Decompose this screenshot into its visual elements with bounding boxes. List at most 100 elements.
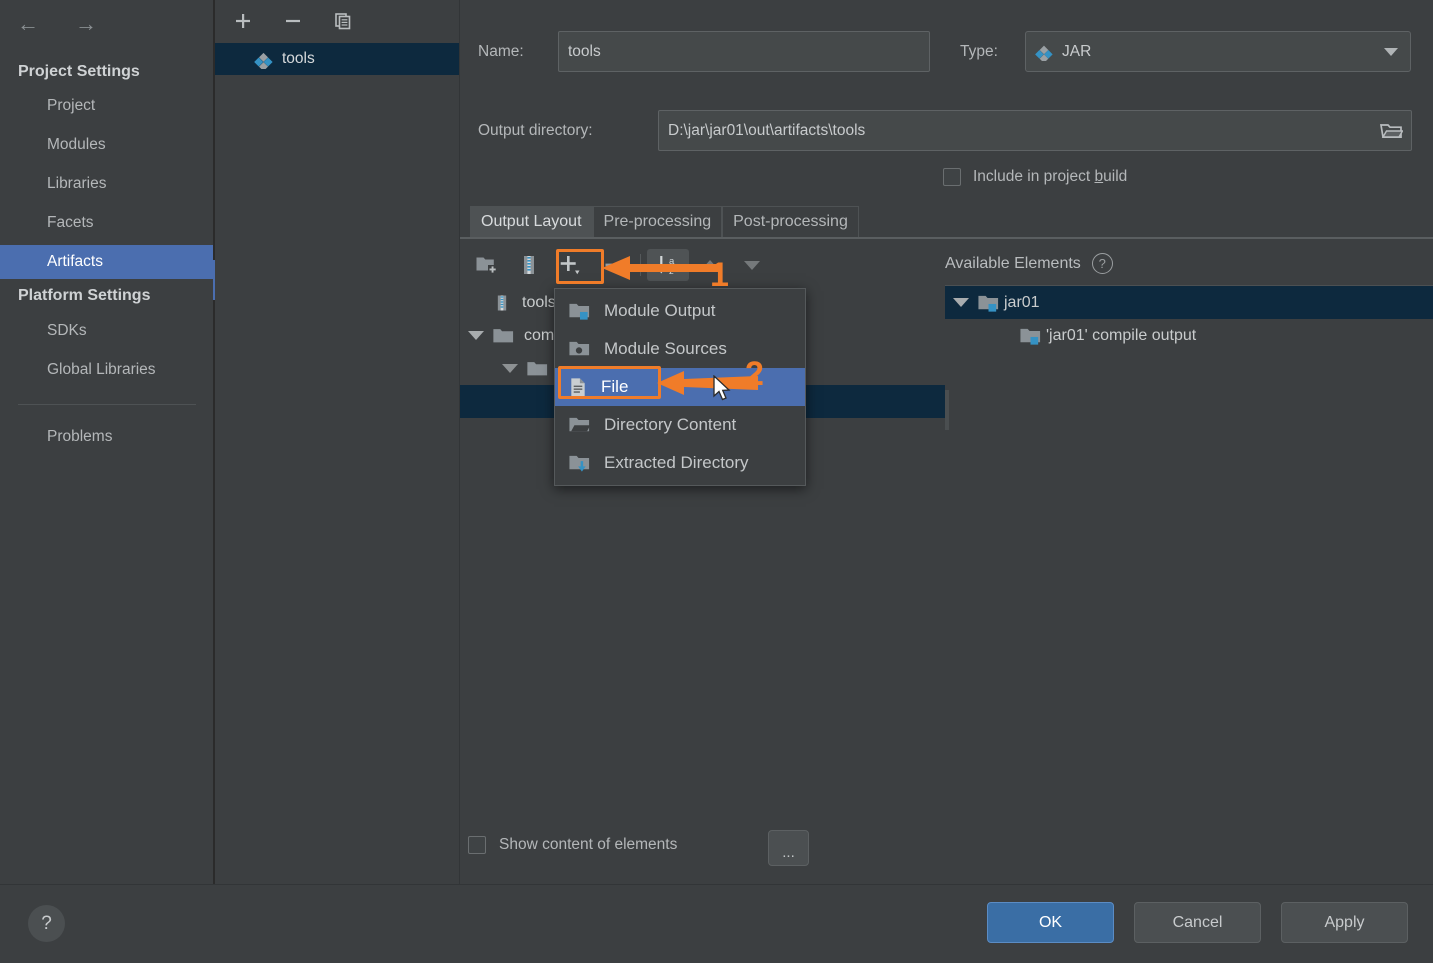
sidebar-group-platform-settings: Platform Settings (18, 287, 151, 304)
sidebar-item-libraries[interactable]: Libraries (0, 167, 213, 201)
type-combobox-value: JAR (1062, 42, 1092, 60)
module-folder-icon (1019, 326, 1042, 346)
browse-folder-icon[interactable] (1379, 120, 1404, 142)
sidebar-divider (18, 404, 196, 405)
available-elements-tree: jar01 'jar01' compile output (945, 286, 1433, 826)
type-label: Type: (960, 43, 998, 60)
output-directory-input[interactable]: D:\jar\jar01\out\artifacts\tools (658, 110, 1412, 151)
sidebar-item-modules[interactable]: Modules (0, 128, 213, 162)
archive-icon (492, 293, 512, 313)
tree-node-label: 'jar01' compile output (1046, 326, 1197, 344)
sidebar-item-facets[interactable]: Facets (0, 206, 213, 240)
folder-icon (526, 359, 548, 378)
copy-icon (335, 13, 351, 30)
sidebar-item-problems[interactable]: Problems (0, 420, 213, 454)
create-archive-button[interactable] (508, 249, 550, 281)
add-copy-of-button[interactable] (550, 249, 592, 281)
artifact-list-item-label: tools (282, 50, 315, 67)
twisty-open-icon[interactable] (502, 364, 518, 373)
include-in-project-build-label: Include in project build (973, 168, 1128, 185)
add-element-dropdown-menu: Module Output Module Sources File Direct… (554, 288, 806, 486)
cancel-button[interactable]: Cancel (1134, 902, 1261, 943)
menu-item-directory-content[interactable]: Directory Content (555, 406, 805, 444)
artifacts-list-panel: tools (215, 0, 459, 884)
artifact-list-item-tools[interactable]: tools (215, 43, 459, 75)
twisty-open-icon[interactable] (953, 298, 969, 307)
move-down-button[interactable] (731, 249, 773, 281)
tab-pre-processing[interactable]: Pre-processing (592, 206, 723, 237)
move-down-icon (744, 261, 760, 270)
menu-item-label: Module Sources (604, 339, 727, 358)
twisty-open-icon[interactable] (468, 331, 484, 340)
more-options-button[interactable]: ... (768, 830, 809, 866)
plus-dropdown-icon (560, 256, 580, 275)
tabs-separator (460, 237, 1433, 239)
file-icon (568, 377, 588, 398)
project-structure-dialog: ← → Project Settings Project Modules Lib… (0, 0, 1433, 963)
create-directory-icon (476, 257, 497, 274)
show-content-label: Show content of elements (499, 836, 678, 853)
menu-item-module-sources[interactable]: Module Sources (555, 330, 805, 368)
toolbar-separator (640, 254, 641, 276)
checkbox-box (943, 168, 961, 186)
sidebar-item-artifacts[interactable]: Artifacts (0, 245, 213, 279)
menu-item-module-output[interactable]: Module Output (555, 292, 805, 330)
menu-item-label: Module Output (604, 301, 716, 320)
tab-output-layout[interactable]: Output Layout (470, 206, 593, 237)
add-artifact-button[interactable] (229, 7, 257, 35)
menu-item-extracted-directory[interactable]: Extracted Directory (555, 444, 805, 482)
sidebar-item-global-libraries[interactable]: Global Libraries (0, 353, 213, 387)
copy-artifact-button[interactable] (329, 7, 357, 35)
editor-tabs: Output Layout Pre-processing Post-proces… (470, 206, 859, 237)
annotation-number-1: 1 (710, 256, 729, 294)
create-directory-button[interactable] (466, 249, 508, 281)
remove-artifact-button[interactable] (279, 7, 307, 35)
create-archive-icon (524, 256, 534, 274)
menu-item-label: Extracted Directory (604, 453, 749, 472)
annotation-number-2: 2 (745, 355, 764, 393)
directory-content-icon (568, 415, 591, 435)
output-directory-label: Output directory: (478, 122, 593, 139)
artifacts-toolbar (215, 0, 459, 42)
apply-button[interactable]: Apply (1281, 902, 1408, 943)
plus-icon (236, 14, 250, 28)
tab-post-processing[interactable]: Post-processing (722, 206, 859, 237)
sort-alphabetically-icon: a z (657, 256, 675, 277)
sidebar-nav-arrows: ← → (14, 10, 100, 38)
available-elements-label: Available Elements (945, 254, 1081, 272)
tree-node-label: jar01 (1004, 293, 1040, 311)
svg-text:z: z (669, 266, 674, 277)
sidebar-item-sdks[interactable]: SDKs (0, 314, 213, 348)
menu-item-label: File (601, 377, 629, 396)
name-input[interactable]: tools (558, 31, 930, 72)
type-combobox[interactable]: JAR (1025, 31, 1411, 72)
forward-arrow-icon[interactable]: → (72, 10, 100, 38)
menu-item-file[interactable]: File (555, 368, 805, 406)
include-in-project-build-checkbox[interactable]: Include in project build (943, 168, 1127, 186)
module-output-icon (568, 301, 591, 321)
chevron-down-icon (1384, 47, 1398, 56)
module-sources-icon (568, 339, 591, 359)
back-arrow-icon[interactable]: ← (14, 10, 42, 38)
sort-alphabetically-button[interactable]: a z (647, 249, 689, 281)
show-content-of-elements-checkbox[interactable]: Show content of elements (468, 836, 677, 854)
ok-button[interactable]: OK (987, 902, 1114, 943)
tree-node-label: com (524, 326, 555, 344)
extracted-directory-icon (568, 453, 591, 474)
folder-icon (492, 326, 514, 345)
tree-node-jar01[interactable]: jar01 (945, 286, 1433, 319)
menu-item-label: Directory Content (604, 415, 737, 434)
name-label: Name: (478, 43, 524, 60)
checkbox-box (468, 836, 486, 854)
module-folder-icon (977, 293, 1000, 313)
help-button[interactable]: ? (28, 905, 65, 942)
settings-sidebar: ← → Project Settings Project Modules Lib… (0, 0, 213, 884)
output-directory-value: D:\jar\jar01\out\artifacts\tools (668, 121, 866, 139)
tree-scrollbar[interactable] (945, 390, 949, 430)
minus-icon (605, 263, 621, 267)
remove-element-button[interactable] (592, 249, 634, 281)
help-icon[interactable]: ? (1091, 253, 1113, 274)
tree-node-jar01-compile-output[interactable]: 'jar01' compile output (945, 319, 1433, 352)
sidebar-group-project-settings: Project Settings (18, 63, 140, 80)
sidebar-item-project[interactable]: Project (0, 89, 213, 123)
